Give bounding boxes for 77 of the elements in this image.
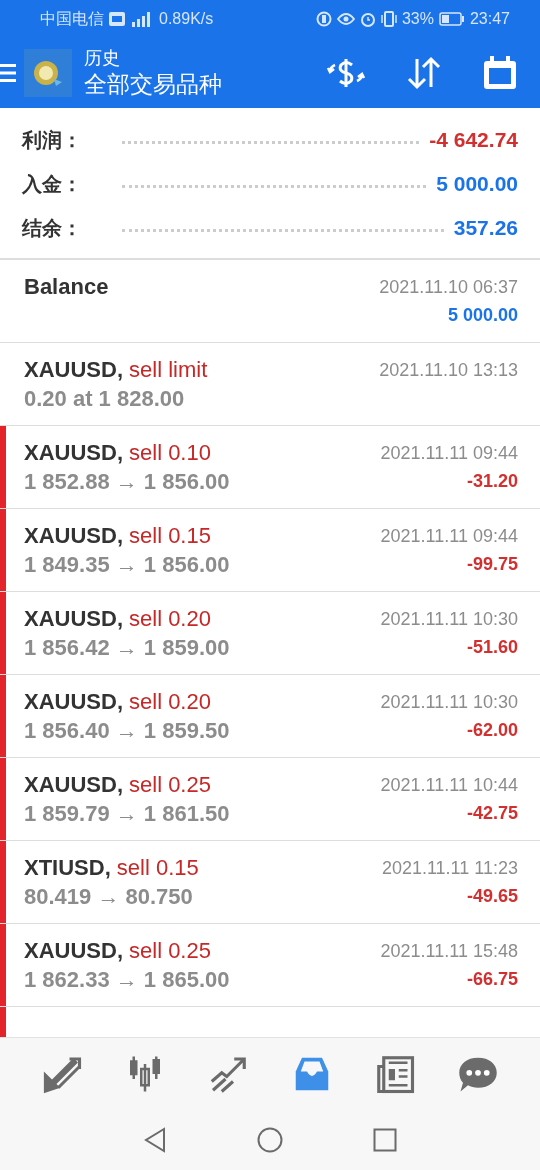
newspaper-icon[interactable] xyxy=(374,1054,415,1094)
trade-action: sell 0.15 xyxy=(129,523,211,548)
trade-time: 2021.11.10 06:37 xyxy=(379,276,518,299)
trade-time: 2021.11.11 10:30 xyxy=(380,608,518,631)
profit-value: -51.60 xyxy=(466,636,518,659)
symbol-name: XTIUSD, xyxy=(24,855,111,880)
trade-action: sell 0.25 xyxy=(129,938,211,963)
profit-value: -62.00 xyxy=(466,719,518,742)
history-row[interactable]: XAUUSD, sell 0.20 1 856.40 → 1 859.50 2021.11.11 10:30 -62.00 xyxy=(0,675,540,758)
symbol-name: XAUUSD, xyxy=(24,523,123,548)
profit-value: -66.75 xyxy=(466,968,518,991)
price-range: 1 859.79 → 1 861.50 xyxy=(24,800,230,828)
vibrate-icon xyxy=(380,11,397,27)
alarm-icon xyxy=(359,11,376,27)
history-row[interactable]: XAUUSD, sell 0.10 1 852.88 → 1 856.00 2021.11.11 09:44 -31.20 xyxy=(0,426,540,509)
eye-icon xyxy=(336,12,355,26)
summary-value: 5 000.00 xyxy=(436,172,518,196)
history-row[interactable]: Balance 2021.11.10 06:37 5 000.00 xyxy=(0,260,540,343)
history-row[interactable]: XAUUSD, sell 0.15 1 849.35 → 1 856.00 2021.11.11 09:44 -99.75 xyxy=(0,509,540,592)
profit-value: -31.20 xyxy=(466,470,518,493)
symbol-name: XAUUSD, xyxy=(24,772,123,797)
summary-value: -4 642.74 xyxy=(429,128,518,152)
trade-arrows-icon[interactable] xyxy=(41,1054,82,1094)
price-range: 80.419 → 80.750 xyxy=(24,883,194,911)
symbol-name: XAUUSD, xyxy=(24,357,123,382)
battery-percent: 33% xyxy=(401,10,434,28)
history-row[interactable]: XAUUSD, sell limit 0.20 at 1 828.00 2021.11.10 13:13 xyxy=(0,343,540,426)
price-range: 1 856.40 → 1 859.50 xyxy=(24,717,230,745)
symbol-name: XAUUSD, xyxy=(24,938,123,963)
price-range: 1 862.33 → 1 865.00 xyxy=(24,966,230,994)
price-range: 1 852.88 → 1 856.00 xyxy=(24,468,230,496)
history-row[interactable]: XAUUSD, sell 0.25 1 862.33 → 1 865.00 2021.11.11 15:48 -66.75 xyxy=(0,924,540,1007)
trade-time: 2021.11.11 10:44 xyxy=(380,774,518,797)
trade-time: 2021.11.10 13:13 xyxy=(379,359,518,382)
menu-icon[interactable] xyxy=(0,62,16,84)
profit-value: -42.75 xyxy=(466,802,518,825)
app-logo-icon xyxy=(24,49,72,97)
trade-time: 2021.11.11 10:30 xyxy=(380,691,518,714)
symbol-name: XAUUSD, xyxy=(24,440,123,465)
price-range: 1 849.35 → 1 856.00 xyxy=(24,551,230,579)
history-row[interactable]: XAUUSD, sell 0.20 1 856.42 → 1 859.00 2021.11.11 10:30 -51.60 xyxy=(0,592,540,675)
profit-value: -49.65 xyxy=(466,885,518,908)
trade-action: sell 0.15 xyxy=(116,855,199,880)
summary-value: 357.26 xyxy=(453,216,518,240)
trade-action: sell 0.20 xyxy=(129,606,211,631)
summary-label: 结余： xyxy=(22,215,82,241)
order-details: 0.20 at 1 828.00 xyxy=(24,385,186,413)
battery-icon xyxy=(438,12,465,26)
hd-icon xyxy=(109,12,125,26)
symbol-filter[interactable]: 全部交易品种 xyxy=(84,69,326,99)
calendar-icon[interactable] xyxy=(482,55,518,91)
operation-type: Balance xyxy=(24,274,109,299)
clock-time: 23:47 xyxy=(469,10,510,28)
price-range: 1 856.42 → 1 859.00 xyxy=(24,634,230,662)
symbol-name: XAUUSD, xyxy=(24,606,123,631)
trade-time: 2021.11.11 09:44 xyxy=(380,525,518,548)
profit-value: 5 000.00 xyxy=(447,304,518,327)
trade-action: sell 0.20 xyxy=(129,689,211,714)
back-icon[interactable] xyxy=(143,1127,167,1153)
trade-action: sell 0.25 xyxy=(129,772,211,797)
trade-action: sell limit xyxy=(129,357,208,382)
trade-action: sell 0.10 xyxy=(129,440,211,465)
network-speed: 0.89K/s xyxy=(159,10,214,28)
symbol-name: XAUUSD, xyxy=(24,689,123,714)
trend-line-icon[interactable] xyxy=(208,1054,249,1094)
screen-title: 历史 xyxy=(84,47,121,69)
history-row[interactable]: XTIUSD, sell 0.15 80.419 → 80.750 2021.11.11 11:23 -49.65 xyxy=(0,841,540,924)
profit-value: -99.75 xyxy=(466,553,518,576)
summary-label: 入金： xyxy=(22,171,82,197)
home-icon[interactable] xyxy=(257,1127,283,1153)
trade-time: 2021.11.11 15:48 xyxy=(380,940,518,963)
summary-label: 利润： xyxy=(22,127,82,153)
trade-time: 2021.11.11 09:44 xyxy=(380,442,518,465)
recents-icon[interactable] xyxy=(373,1128,397,1152)
history-row[interactable]: XAUUSD, sell 0.25 1 859.79 → 1 861.50 2021.11.11 10:44 -42.75 xyxy=(0,758,540,841)
carrier-name: 中国电信 xyxy=(40,8,104,29)
trade-time: 2021.11.11 11:23 xyxy=(381,857,518,880)
